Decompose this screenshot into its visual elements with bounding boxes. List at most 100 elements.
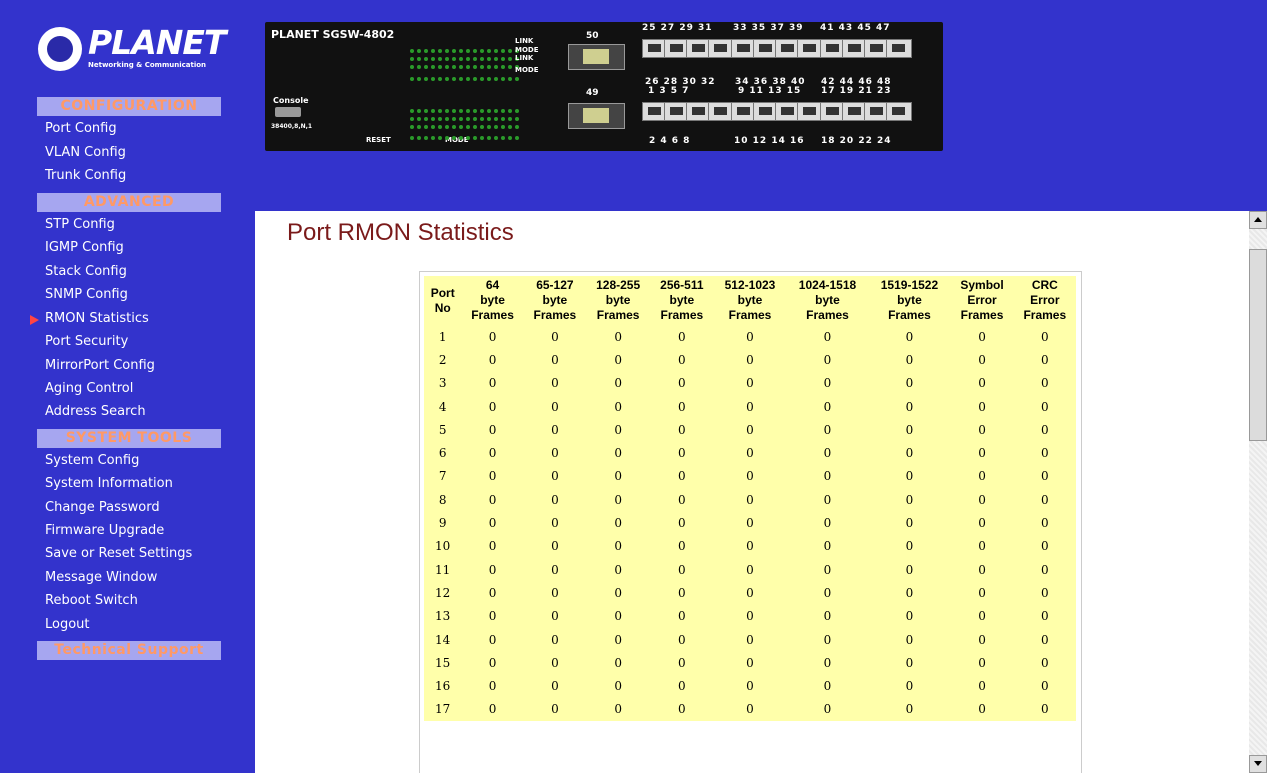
nav-logout[interactable]: Logout	[45, 617, 90, 632]
table-row: 4 0 0 0 0 0 0 0 0 0	[424, 395, 1076, 418]
port-number-cell: 15	[435, 655, 451, 670]
counter-cell: 0	[678, 562, 686, 577]
counter-cell: 0	[978, 422, 986, 437]
section-technical-support[interactable]: Technical Support	[37, 641, 221, 660]
table-row: 12 0 0 0 0 0 0 0 0 0	[424, 581, 1076, 604]
nav-aging-control[interactable]: Aging Control	[45, 381, 133, 396]
nav-change-password[interactable]: Change Password	[45, 500, 160, 515]
column-header-line: 1519-1522	[880, 278, 939, 292]
counter-cell: 0	[978, 632, 986, 647]
column-header-line: 1024-1518	[798, 278, 857, 292]
column-header: 65-127 byte Frames	[524, 276, 586, 325]
port-number-cell: 4	[438, 399, 447, 414]
table-row: 11 0 0 0 0 0 0 0 0 0	[424, 558, 1076, 581]
counter-cell: 0	[1040, 492, 1049, 507]
nav-system-config[interactable]: System Config	[45, 453, 139, 468]
port-number-cell: 3	[438, 376, 447, 391]
port-numbers-top: 41 43 45 47	[820, 23, 891, 33]
counter-cell: 0	[905, 632, 914, 647]
nav-trunk-config[interactable]: Trunk Config	[45, 168, 126, 183]
counter-cell: 0	[614, 585, 622, 600]
column-header: 1024-1518 byte Frames	[787, 276, 869, 325]
scrollbar-thumb[interactable]	[1249, 249, 1267, 441]
nav-firmware-upgrade[interactable]: Firmware Upgrade	[45, 523, 164, 538]
counter-cell: 0	[905, 516, 914, 531]
column-header-line: byte	[737, 293, 763, 307]
nav-save-reset-settings[interactable]: Save or Reset Settings	[45, 546, 192, 561]
counter-cell: 0	[978, 655, 986, 670]
counter-cell: 0	[905, 376, 914, 391]
counter-cell: 0	[1040, 376, 1049, 391]
column-header-line: byte	[815, 293, 840, 307]
nav-igmp-config[interactable]: IGMP Config	[45, 240, 124, 255]
counter-cell: 0	[746, 516, 754, 531]
column-header-line: byte	[480, 293, 505, 307]
port-numbers-mid: 1 3 5 7	[648, 86, 690, 96]
counter-cell: 0	[614, 446, 622, 461]
counter-cell: 0	[488, 632, 497, 647]
counter-cell: 0	[551, 539, 559, 554]
counter-cell: 0	[746, 562, 754, 577]
section-advanced: ADVANCED	[37, 193, 221, 212]
reset-label: RESET	[366, 136, 391, 144]
counter-cell: 0	[551, 399, 559, 414]
counter-cell: 0	[905, 702, 914, 717]
nav-rmon-statistics[interactable]: RMON Statistics	[45, 311, 149, 326]
counter-cell: 0	[823, 492, 832, 507]
nav-stack-config[interactable]: Stack Config	[45, 264, 127, 279]
counter-cell: 0	[746, 679, 754, 694]
counter-cell: 0	[746, 329, 754, 344]
nav-port-security[interactable]: Port Security	[45, 334, 128, 349]
column-header-line: Symbol	[960, 278, 1004, 292]
counter-cell: 0	[746, 469, 754, 484]
nav-mirrorport-config[interactable]: MirrorPort Config	[45, 358, 155, 373]
counter-cell: 0	[1040, 562, 1049, 577]
nav-snmp-config[interactable]: SNMP Config	[45, 287, 128, 302]
column-header-line: Frames	[888, 308, 931, 322]
nav-system-information[interactable]: System Information	[45, 476, 173, 491]
counter-cell: 0	[746, 352, 754, 367]
port-number-cell: 6	[438, 446, 447, 461]
led-row	[410, 38, 522, 53]
counter-cell: 0	[551, 609, 559, 624]
scroll-up-arrow-icon[interactable]	[1249, 211, 1267, 229]
counter-cell: 0	[978, 352, 986, 367]
column-header-line: Frames	[596, 308, 640, 322]
counter-cell: 0	[1040, 352, 1049, 367]
counter-cell: 0	[488, 469, 497, 484]
counter-cell: 0	[614, 632, 622, 647]
counter-cell: 0	[823, 585, 832, 600]
led-row	[410, 98, 522, 113]
vertical-scrollbar[interactable]	[1249, 211, 1267, 773]
column-header-line: 64	[485, 278, 500, 292]
counter-cell: 0	[678, 329, 686, 344]
counter-cell: 0	[614, 562, 622, 577]
counter-cell: 0	[905, 399, 914, 414]
nav-message-window[interactable]: Message Window	[45, 570, 157, 585]
counter-cell: 0	[488, 446, 497, 461]
nav-vlan-config[interactable]: VLAN Config	[45, 145, 126, 160]
table-row: 8 0 0 0 0 0 0 0 0 0	[424, 488, 1076, 511]
column-header-line: Frames	[471, 308, 514, 322]
counter-cell: 0	[551, 516, 559, 531]
port-numbers-mid: 17 19 21 23	[821, 86, 892, 96]
counter-cell: 0	[551, 446, 559, 461]
column-header: 64 byte Frames	[461, 276, 523, 325]
port-numbers-mid: 9 11 13 15	[738, 86, 802, 96]
scroll-down-arrow-icon[interactable]	[1249, 755, 1267, 773]
counter-cell: 0	[905, 679, 914, 694]
counter-cell: 0	[551, 632, 559, 647]
counter-cell: 0	[614, 679, 622, 694]
counter-cell: 0	[551, 492, 559, 507]
nav-reboot-switch[interactable]: Reboot Switch	[45, 593, 138, 608]
counter-cell: 0	[614, 516, 622, 531]
counter-cell: 0	[746, 632, 754, 647]
nav-port-config[interactable]: Port Config	[45, 121, 117, 136]
nav-stp-config[interactable]: STP Config	[45, 217, 115, 232]
nav-address-search[interactable]: Address Search	[45, 404, 146, 419]
counter-cell: 0	[678, 376, 686, 391]
port-number-cell: 17	[435, 702, 451, 717]
column-header-line: Frames	[960, 308, 1004, 322]
counter-cell: 0	[823, 539, 832, 554]
table-row: 15 0 0 0 0 0 0 0 0 0	[424, 651, 1076, 674]
